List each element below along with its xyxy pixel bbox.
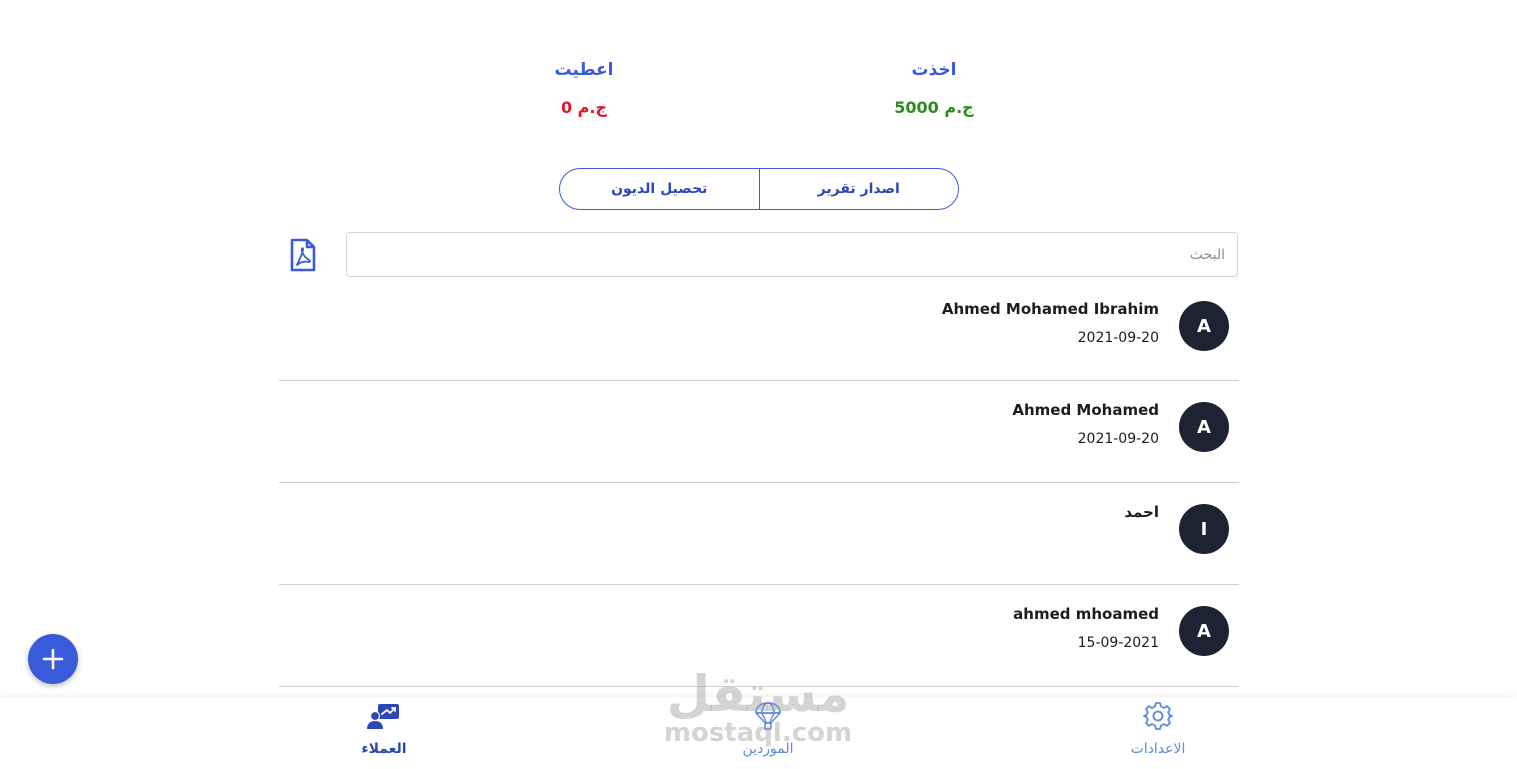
customer-name: احمد: [1124, 503, 1159, 521]
customer-name: ahmed mhoamed: [1013, 605, 1159, 623]
customers-icon: [367, 704, 399, 729]
took-amount: 5000 ج.م: [894, 98, 974, 117]
collect-debts-button[interactable]: تحصيل الديون: [560, 169, 759, 209]
customer-list: A Ahmed Mohamed Ibrahim 2021-09-20 A Ahm…: [279, 280, 1239, 687]
customer-name: Ahmed Mohamed: [1012, 401, 1159, 419]
gave-amount: 0 ج.م: [560, 98, 608, 117]
customer-name: Ahmed Mohamed Ibrahim: [941, 300, 1159, 318]
list-item[interactable]: I احمد: [279, 483, 1239, 585]
nav-settings-label: الاعدادات: [1130, 741, 1186, 757]
nav-clients-label: العملاء: [361, 741, 407, 757]
parachute-icon: [755, 702, 781, 730]
avatar: I: [1179, 504, 1229, 554]
nav-settings[interactable]: الاعدادات: [1088, 697, 1228, 769]
gear-icon: [1143, 702, 1173, 730]
list-item[interactable]: A Ahmed Mohamed 2021-09-20: [279, 381, 1239, 483]
avatar: A: [1179, 606, 1229, 656]
customer-date: 15-09-2021: [1077, 635, 1159, 651]
avatar: A: [1179, 402, 1229, 452]
customer-date: 2021-09-20: [1077, 431, 1159, 447]
action-button-group: تحصيل الديون اصدار تقرير: [559, 168, 959, 210]
avatar: A: [1179, 301, 1229, 351]
list-item[interactable]: A Ahmed Mohamed Ibrahim 2021-09-20: [279, 280, 1239, 381]
customers-page: اعطيت 0 ج.م اخذت 5000 ج.م تحصيل الديون ا…: [0, 0, 1517, 769]
bottom-navigation: العملاء الموردين الاعدادات: [0, 697, 1517, 769]
issue-report-button[interactable]: اصدار تقرير: [758, 169, 959, 209]
gave-summary: اعطيت 0 ج.م: [484, 58, 684, 120]
nav-suppliers[interactable]: الموردين: [698, 697, 838, 769]
pdf-export-button[interactable]: [288, 238, 318, 272]
search-input[interactable]: [346, 232, 1238, 277]
list-item[interactable]: A ahmed mhoamed 15-09-2021: [279, 585, 1239, 687]
gave-label: اعطيت: [554, 60, 614, 80]
add-customer-button[interactable]: [28, 634, 78, 684]
took-label: اخذت: [911, 60, 957, 80]
plus-icon: [42, 648, 64, 670]
took-summary: اخذت 5000 ج.م: [834, 58, 1034, 120]
customer-date: 2021-09-20: [1077, 330, 1159, 346]
nav-suppliers-label: الموردين: [742, 741, 794, 757]
nav-clients[interactable]: العملاء: [314, 697, 454, 769]
pdf-icon: [290, 238, 316, 272]
